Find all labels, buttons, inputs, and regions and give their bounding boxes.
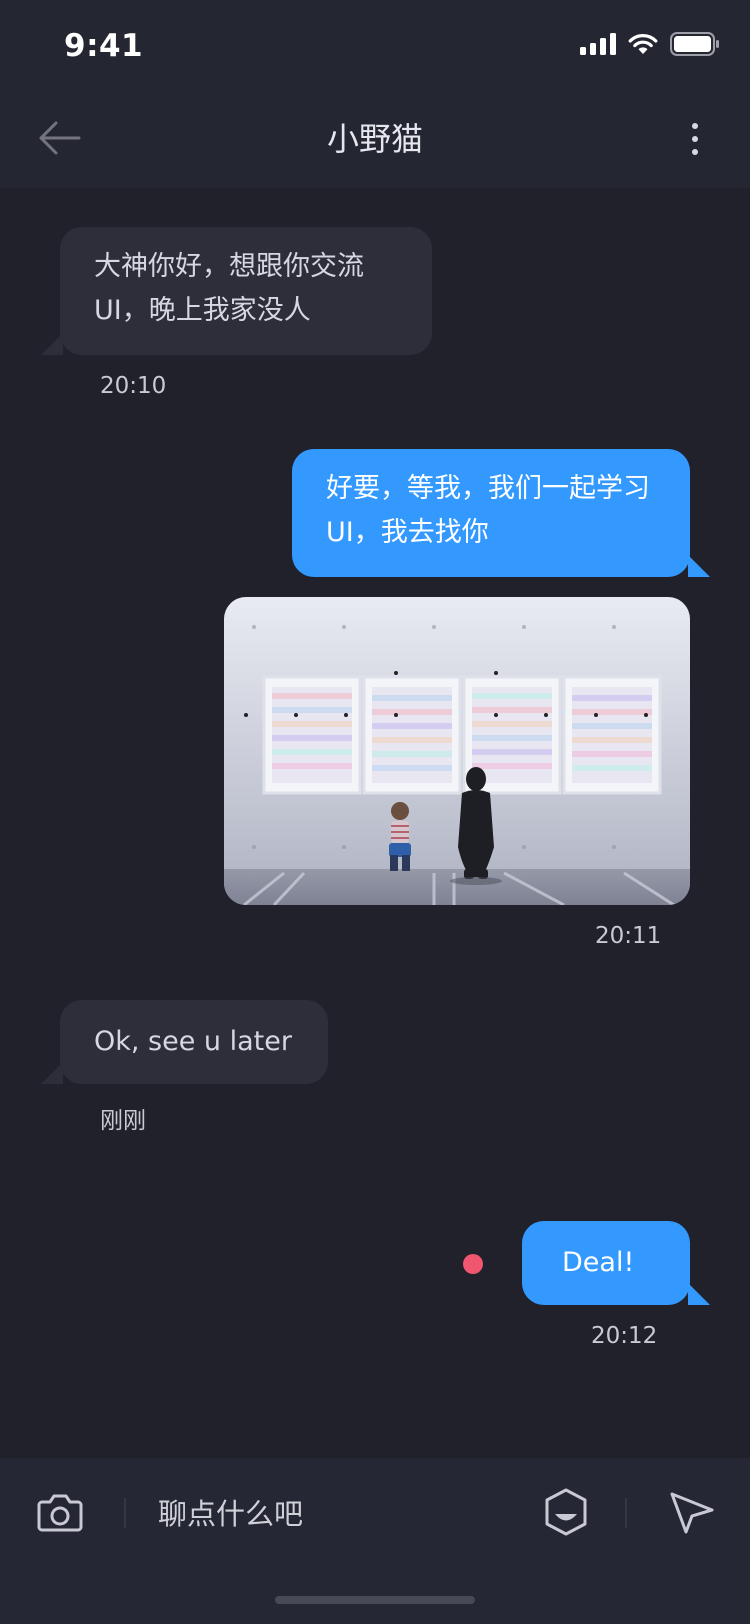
message-bubble-incoming[interactable]: 大神你好，想跟你交流UI，晚上我家没人 [60,227,432,355]
more-dot [692,149,698,155]
message-text: Ok, see u later [94,1026,292,1057]
emoji-button[interactable] [542,1487,590,1537]
message-bubble-incoming[interactable]: Ok, see u later [60,1000,328,1084]
signal-icon [580,33,616,55]
status-bar: 9:41 [0,0,750,88]
emoji-icon [545,1488,587,1536]
unread-indicator [463,1254,483,1274]
message-time: 20:10 [100,373,167,399]
divider [124,1498,126,1528]
photo-image [224,597,690,905]
camera-button[interactable] [36,1488,84,1536]
message-text: 好要，等我，我们一起学习UI，我去找你 [326,473,650,548]
send-button[interactable] [668,1488,716,1536]
camera-icon [37,1494,83,1532]
more-button[interactable] [680,114,710,164]
message-time: 20:11 [595,923,662,949]
wifi-icon [628,34,658,54]
message-text: Deal! [562,1247,635,1278]
divider [625,1498,627,1528]
message-image[interactable] [224,597,690,905]
message-text: 大神你好，想跟你交流UI，晚上我家没人 [94,251,364,326]
more-dot [692,136,698,142]
message-bubble-outgoing[interactable]: Deal! [522,1221,690,1305]
bubble-tail [688,1283,710,1305]
message-bubble-outgoing[interactable]: 好要，等我，我们一起学习UI，我去找你 [292,449,690,577]
battery-icon [670,32,719,56]
message-time: 刚刚 [100,1108,146,1134]
message-time: 20:12 [591,1323,658,1349]
home-indicator [275,1596,475,1604]
nav-bar: 小野猫 [0,88,750,188]
bubble-tail [688,555,710,577]
more-vertical-icon [692,123,698,129]
message-input[interactable] [156,1486,520,1542]
send-icon [670,1492,714,1534]
status-icons [580,32,720,56]
chat-title: 小野猫 [326,120,423,158]
status-time: 9:41 [64,28,144,64]
